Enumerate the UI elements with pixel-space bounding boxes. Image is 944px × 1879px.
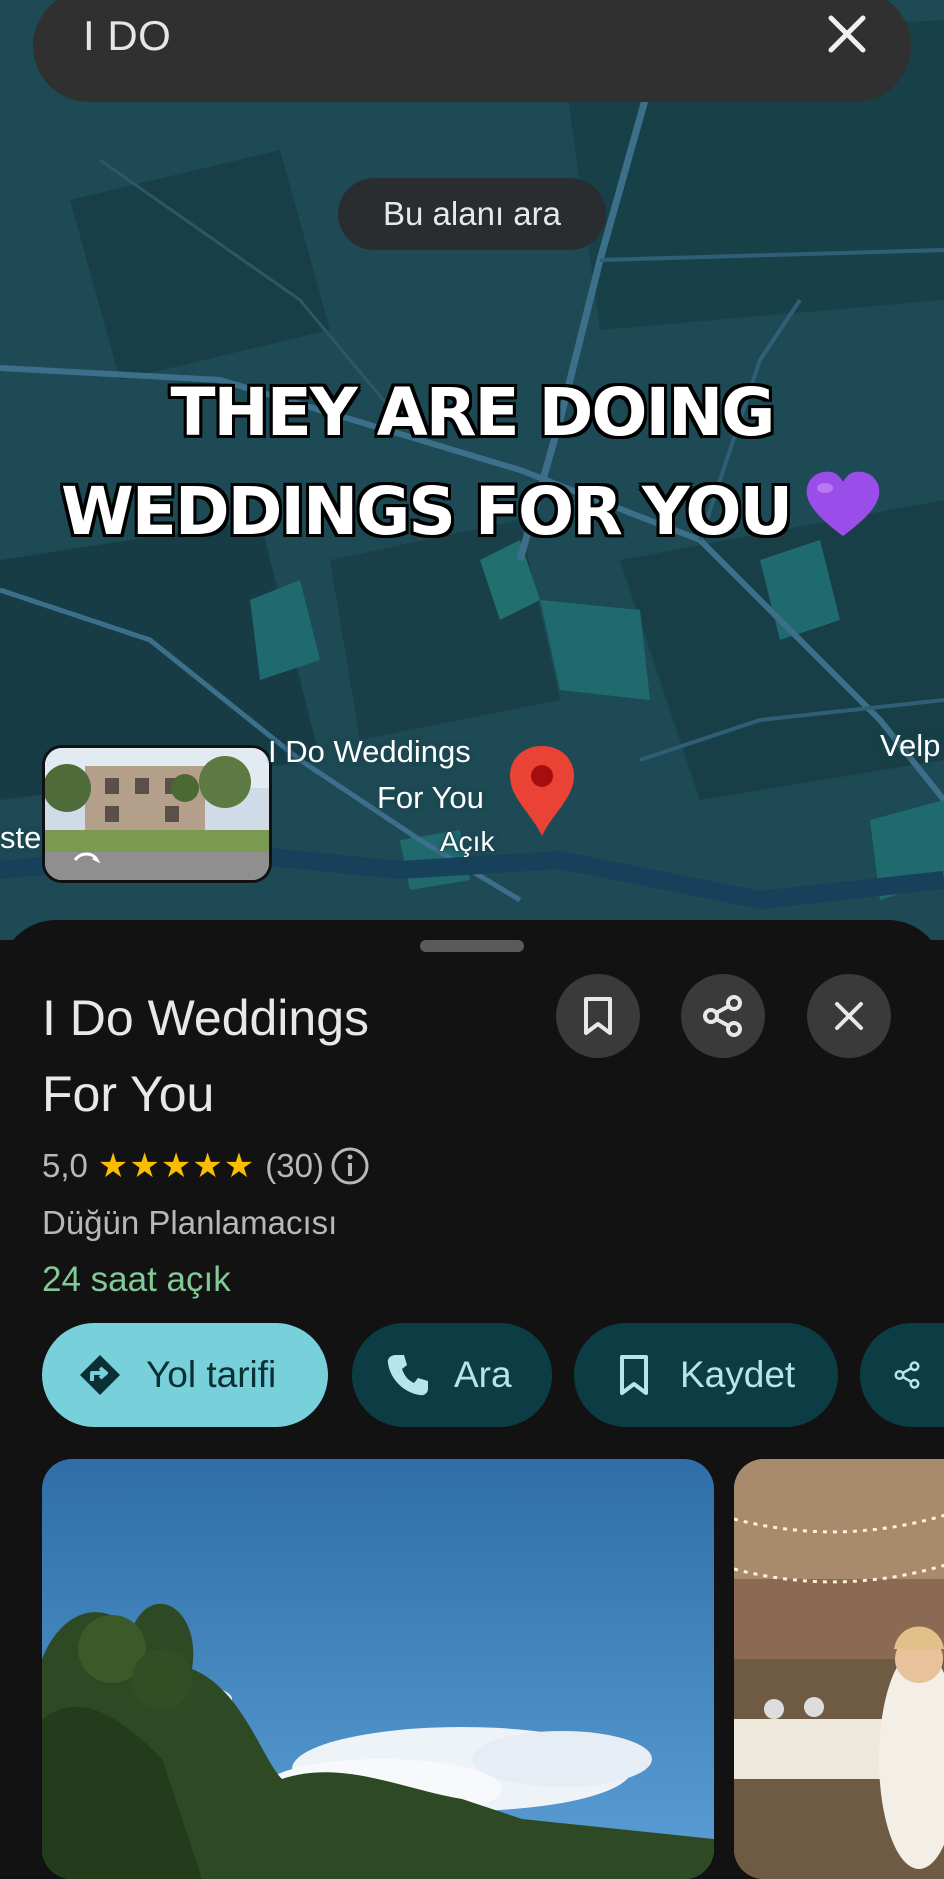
- directions-button[interactable]: Yol tarifi: [42, 1323, 328, 1427]
- bookmark-icon: [620, 1355, 648, 1395]
- close-icon: [835, 1002, 863, 1030]
- place-title: I Do Weddings For You: [42, 980, 522, 1132]
- save-button[interactable]: Kaydet: [574, 1323, 838, 1427]
- place-photo-secondary[interactable]: [734, 1459, 944, 1879]
- map-edge-label-right: Velp: [880, 728, 941, 763]
- map-place-label-line1[interactable]: I Do Weddings: [268, 734, 471, 770]
- share-circle-button[interactable]: [681, 974, 765, 1058]
- place-title-line2: For You: [42, 1066, 215, 1122]
- info-icon[interactable]: [330, 1146, 370, 1186]
- map-place-status: Açık: [440, 826, 495, 857]
- map-edge-label-left: ste: [0, 820, 42, 855]
- map-place-label-line2[interactable]: For You: [377, 780, 484, 816]
- share-icon: [703, 995, 742, 1037]
- directions-label: Yol tarifi: [146, 1354, 277, 1395]
- rating-value: 5,0: [42, 1147, 88, 1184]
- purple-heart-icon: [806, 471, 880, 536]
- share-icon: [894, 1361, 920, 1389]
- rating-row[interactable]: 5,0 ★★★★★ (30): [42, 1146, 370, 1186]
- opening-hours[interactable]: 24 saat açık: [42, 1260, 231, 1300]
- street-view-thumbnail[interactable]: [42, 745, 272, 883]
- close-icon[interactable]: [823, 10, 871, 58]
- phone-icon: [387, 1355, 428, 1396]
- review-count: (30): [265, 1147, 324, 1184]
- place-title-line1: I Do Weddings: [42, 990, 370, 1046]
- call-button[interactable]: Ara: [352, 1323, 552, 1427]
- place-category: Düğün Planlamacısı: [42, 1204, 338, 1241]
- overlay-caption-line1: THEY ARE DOING: [170, 374, 776, 451]
- save-circle-button[interactable]: [556, 974, 640, 1058]
- place-photo-main[interactable]: [42, 1459, 714, 1879]
- search-bar[interactable]: I DO: [33, 0, 911, 102]
- location-pin-icon[interactable]: [508, 744, 576, 838]
- save-label: Kaydet: [680, 1354, 796, 1395]
- call-label: Ara: [454, 1354, 512, 1395]
- rating-stars: ★★★★★: [97, 1147, 256, 1185]
- search-this-area-button[interactable]: Bu alanı ara: [338, 178, 606, 250]
- sheet-drag-handle[interactable]: [420, 940, 524, 952]
- overlay-caption-text: WEDDINGS FOR YOU: [60, 473, 793, 550]
- search-query[interactable]: I DO: [83, 12, 171, 60]
- overlay-caption-line2: WEDDINGS FOR YOU: [0, 470, 944, 550]
- map-view[interactable]: I DO Bu alanı ara THEY ARE DOING WEDDING…: [0, 0, 944, 940]
- close-sheet-button[interactable]: [807, 974, 891, 1058]
- directions-icon: [80, 1355, 120, 1395]
- bookmark-icon: [584, 997, 612, 1035]
